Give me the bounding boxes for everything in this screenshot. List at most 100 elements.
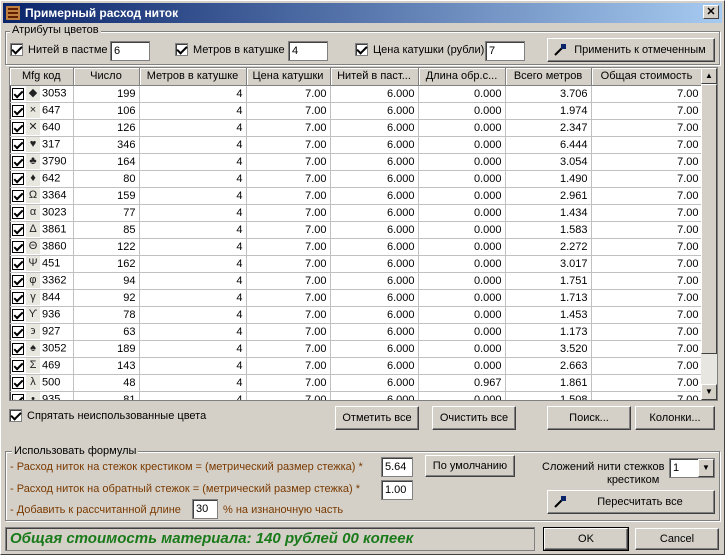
table-row[interactable]: × 647 106 4 7.00 6.000 0.000 1.974 7.00: [10, 102, 703, 120]
column-header[interactable]: Нитей в паст...: [330, 68, 419, 86]
meters-input[interactable]: 4: [288, 41, 328, 61]
strands-checkbox[interactable]: [10, 43, 23, 56]
title-bar[interactable]: Примерный расход ниток ✕: [3, 3, 722, 23]
hide-unused-checkbox[interactable]: [9, 409, 22, 422]
ok-button[interactable]: OK: [543, 527, 629, 551]
cell-len: 0.000: [418, 119, 506, 137]
column-header[interactable]: Длина обр.с...: [418, 68, 506, 86]
cell-cost: 7.00: [591, 187, 703, 205]
cell-total: 1.173: [505, 323, 592, 341]
stitch-symbol-icon: ♠: [26, 341, 40, 356]
table-row[interactable]: ϒ 936 78 4 7.00 6.000 0.000 1.453 7.00: [10, 306, 703, 324]
row-checkbox[interactable]: [12, 223, 24, 236]
row-checkbox[interactable]: [12, 308, 24, 321]
stitch-symbol-icon: Δ: [26, 222, 40, 237]
table-row[interactable]: α 3023 77 4 7.00 6.000 0.000 1.434 7.00: [10, 204, 703, 222]
row-checkbox[interactable]: [12, 138, 24, 151]
cell-meters: 4: [139, 102, 247, 120]
table-row[interactable]: Θ 3860 122 4 7.00 6.000 0.000 2.272 7.00: [10, 238, 703, 256]
column-header[interactable]: Всего метров: [505, 68, 592, 86]
cell-meters: 4: [139, 221, 247, 239]
stitch-symbol-icon: Θ: [26, 239, 40, 254]
row-checkbox[interactable]: [12, 189, 24, 202]
table-row[interactable]: λ 500 48 4 7.00 6.000 0.967 1.861 7.00: [10, 374, 703, 392]
price-input[interactable]: 7: [485, 41, 525, 61]
mfg-code: 3790: [42, 155, 67, 168]
row-checkbox[interactable]: [12, 342, 24, 355]
cross-stitch-multiplier-input[interactable]: 5.64: [381, 457, 413, 477]
row-checkbox[interactable]: [12, 121, 24, 134]
table-row[interactable]: ♠ 3052 189 4 7.00 6.000 0.000 3.520 7.00: [10, 340, 703, 358]
mfg-code-cell: ϒ 936: [10, 306, 74, 324]
row-checkbox[interactable]: [12, 359, 24, 372]
table-row[interactable]: ◆ 3053 199 4 7.00 6.000 0.000 3.706 7.00: [10, 85, 703, 103]
table-row[interactable]: γ 844 92 4 7.00 6.000 0.000 1.713 7.00: [10, 289, 703, 307]
table-row[interactable]: ✕ 640 126 4 7.00 6.000 0.000 2.347 7.00: [10, 119, 703, 137]
column-header[interactable]: Mfg код: [10, 68, 74, 86]
add-length-input[interactable]: 30: [192, 499, 218, 519]
table-row[interactable]: ♦ 642 80 4 7.00 6.000 0.000 1.490 7.00: [10, 170, 703, 188]
cell-len: 0.000: [418, 255, 506, 273]
mfg-code: 469: [42, 359, 61, 372]
back-stitch-formula-label: - Расход ниток на обратный стежок = (мет…: [10, 483, 361, 495]
row-checkbox[interactable]: [12, 155, 24, 168]
total-cost-status: Общая стоимость материала: 140 рублей 00…: [5, 527, 535, 551]
strand-folds-select[interactable]: 1 ▼: [669, 458, 715, 478]
cell-count: 78: [73, 306, 140, 324]
stitch-symbol-icon: ϶: [26, 324, 40, 339]
table-row[interactable]: ♣ 3790 164 4 7.00 6.000 0.000 3.054 7.00: [10, 153, 703, 171]
row-checkbox[interactable]: [12, 393, 24, 400]
scroll-down-button[interactable]: ▼: [701, 384, 717, 400]
mark-all-button[interactable]: Отметить все: [335, 406, 419, 430]
clear-all-button[interactable]: Очистить все: [432, 406, 516, 430]
row-checkbox[interactable]: [12, 172, 24, 185]
table-row[interactable]: ϶ 927 63 4 7.00 6.000 0.000 1.173 7.00: [10, 323, 703, 341]
row-checkbox[interactable]: [12, 325, 24, 338]
back-stitch-multiplier-input[interactable]: 1.00: [381, 480, 413, 500]
table-row[interactable]: φ 3362 94 4 7.00 6.000 0.000 1.751 7.00: [10, 272, 703, 290]
apply-to-checked-button[interactable]: Применить к отмеченным: [547, 38, 715, 62]
strands-input[interactable]: 6: [110, 41, 150, 61]
threads-table[interactable]: Mfg код Число Метров в катушке Цена катушки…: [9, 67, 718, 401]
add-length-label: - Добавить к рассчитанной длине: [10, 504, 181, 516]
cell-len: 0.000: [418, 102, 506, 120]
table-scrollbar[interactable]: ▲ ▼: [701, 68, 717, 400]
stitch-symbol-icon: ♥: [26, 137, 40, 152]
column-header[interactable]: Метров в катушке: [139, 68, 247, 86]
table-row[interactable]: • 935 81 4 7.00 6.000 0.000 1.508 7.00: [10, 391, 703, 400]
mfg-code: 3364: [42, 189, 67, 202]
table-row[interactable]: Σ 469 143 4 7.00 6.000 0.000 2.663 7.00: [10, 357, 703, 375]
row-checkbox[interactable]: [12, 291, 24, 304]
table-row[interactable]: ♥ 317 346 4 7.00 6.000 0.000 6.444 7.00: [10, 136, 703, 154]
search-button[interactable]: Поиск...: [547, 406, 631, 430]
row-checkbox[interactable]: [12, 376, 24, 389]
chevron-down-icon[interactable]: ▼: [698, 459, 714, 477]
columns-button[interactable]: Колонки...: [635, 406, 715, 430]
cell-len: 0.967: [418, 374, 506, 392]
cell-total: 3.706: [505, 85, 592, 103]
cell-meters: 4: [139, 391, 247, 400]
column-header[interactable]: Число: [73, 68, 140, 86]
close-button[interactable]: ✕: [703, 5, 719, 19]
cell-count: 80: [73, 170, 140, 188]
price-checkbox[interactable]: [355, 43, 368, 56]
table-row[interactable]: Ω 3364 159 4 7.00 6.000 0.000 2.961 7.00: [10, 187, 703, 205]
cancel-button[interactable]: Cancel: [635, 528, 719, 550]
row-checkbox[interactable]: [12, 87, 24, 100]
row-checkbox[interactable]: [12, 104, 24, 117]
table-row[interactable]: Ψ 451 162 4 7.00 6.000 0.000 3.017 7.00: [10, 255, 703, 273]
row-checkbox[interactable]: [12, 274, 24, 287]
cell-strands: 6.000: [330, 289, 419, 307]
row-checkbox[interactable]: [12, 206, 24, 219]
cell-cost: 7.00: [591, 102, 703, 120]
column-header[interactable]: Общая стоимость: [591, 68, 703, 86]
table-row[interactable]: Δ 3861 85 4 7.00 6.000 0.000 1.583 7.00: [10, 221, 703, 239]
column-header[interactable]: Цена катушки: [246, 68, 331, 86]
recalculate-all-button[interactable]: Пересчитать все: [547, 490, 715, 514]
scroll-thumb[interactable]: [701, 84, 717, 354]
scroll-up-button[interactable]: ▲: [701, 68, 717, 84]
default-button[interactable]: По умолчанию: [425, 455, 515, 477]
meters-checkbox[interactable]: [175, 43, 188, 56]
row-checkbox[interactable]: [12, 240, 24, 253]
row-checkbox[interactable]: [12, 257, 24, 270]
